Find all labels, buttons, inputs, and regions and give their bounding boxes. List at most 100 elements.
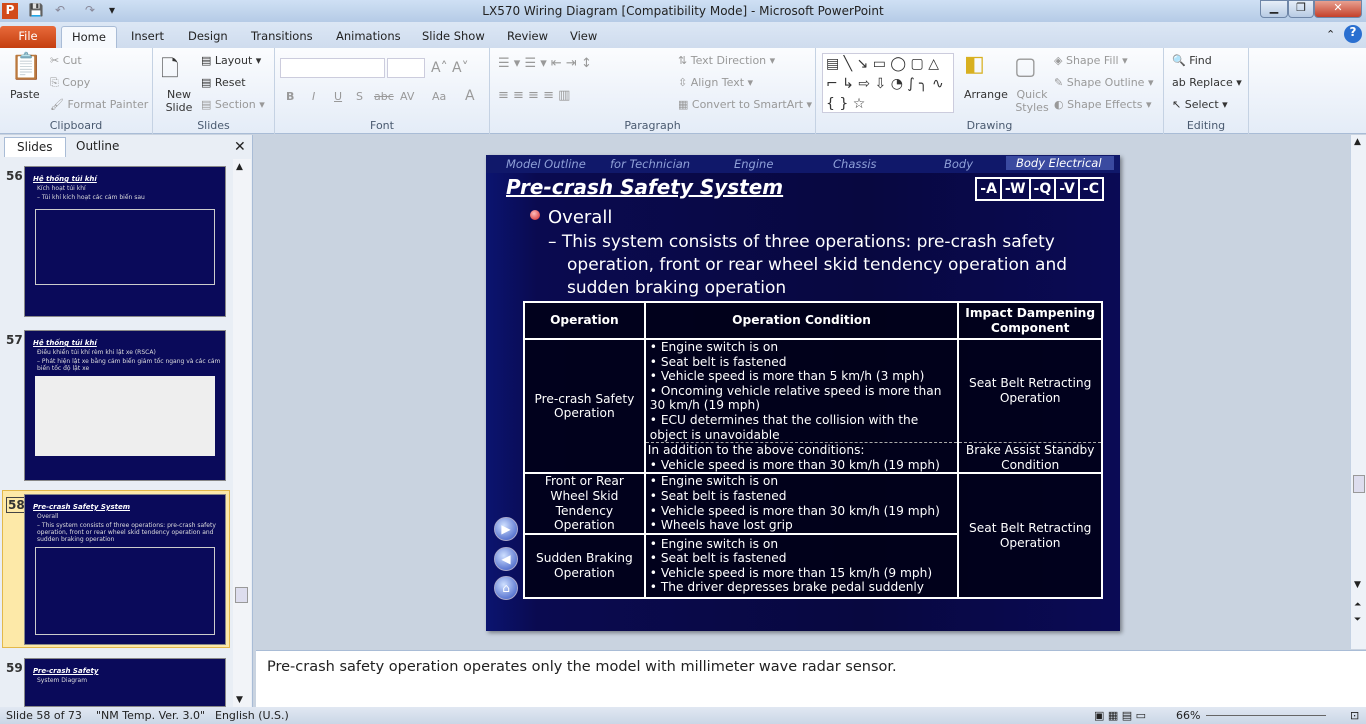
- cell-operation: Pre-crash Safety Operation: [523, 337, 646, 475]
- slide-number: 59: [6, 661, 23, 675]
- replace-button[interactable]: ab Replace ▾: [1172, 76, 1242, 89]
- slide-canvas[interactable]: Model Outline for Technician Engine Chas…: [486, 155, 1120, 631]
- tab-home[interactable]: Home: [61, 26, 117, 48]
- slide-thumbnail-59[interactable]: Pre-crash Safety System Diagram: [24, 658, 226, 707]
- nav-for-technician[interactable]: for Technician: [610, 157, 690, 171]
- restore-button[interactable]: ❐: [1288, 0, 1314, 18]
- cell-operation: Front or Rear Wheel Skid Tendency Operat…: [523, 472, 646, 535]
- convert-smartart-button[interactable]: ▦ Convert to SmartArt ▾: [678, 98, 812, 111]
- format-painter-button[interactable]: 🖌 Format Painter: [50, 98, 148, 111]
- code-v[interactable]: -V: [1054, 179, 1078, 199]
- theme-name[interactable]: "NM Temp. Ver. 3.0": [96, 709, 205, 722]
- font-name-select[interactable]: [280, 58, 385, 78]
- scroll-down-icon[interactable]: ▼: [236, 695, 243, 705]
- reset-button[interactable]: ▤ Reset: [201, 76, 246, 89]
- binoculars-icon: 🔍: [1172, 54, 1190, 67]
- find-button[interactable]: 🔍 Find: [1172, 54, 1212, 67]
- section-button[interactable]: ▤ Section ▾: [201, 98, 265, 111]
- close-button[interactable]: ✕: [1314, 0, 1362, 18]
- tab-file[interactable]: File: [0, 26, 56, 48]
- thumb-diagram: [35, 376, 215, 456]
- zoom-slider[interactable]: [1206, 715, 1326, 716]
- font-size-select[interactable]: [387, 58, 425, 78]
- italic-button[interactable]: I: [312, 90, 315, 103]
- pane-scrollbar[interactable]: ▲ ▼: [233, 159, 251, 707]
- code-w[interactable]: -W: [999, 179, 1029, 199]
- help-icon[interactable]: ?: [1344, 25, 1362, 43]
- tab-review[interactable]: Review: [497, 26, 558, 48]
- tab-view[interactable]: View: [560, 26, 607, 48]
- notes-pane[interactable]: Pre-crash safety operation operates only…: [256, 650, 1366, 707]
- scroll-down-icon[interactable]: ▼: [1354, 580, 1361, 590]
- paste-icon[interactable]: 📋: [10, 52, 42, 82]
- underline-button[interactable]: U: [334, 90, 342, 103]
- scroll-up-icon[interactable]: ▲: [1354, 137, 1361, 147]
- tab-design[interactable]: Design: [178, 26, 238, 48]
- next-arrow-icon[interactable]: ▶: [494, 517, 518, 541]
- scroll-up-icon[interactable]: ▲: [236, 162, 243, 172]
- shapes-gallery[interactable]: ▤ ╲ ↘ ▭ ◯ ▢ △ ⌐ ↳ ⇨ ⇩ ◔ ∫ ╮ ∿ { } ☆: [822, 53, 954, 113]
- tab-outline[interactable]: Outline: [64, 137, 131, 157]
- home-icon[interactable]: ⌂: [494, 576, 518, 600]
- text-direction-button[interactable]: ⇅ Text Direction ▾: [678, 54, 775, 67]
- fit-slide-icon[interactable]: ⊡: [1350, 709, 1359, 722]
- tab-insert[interactable]: Insert: [121, 26, 174, 48]
- strikethrough-button[interactable]: abc: [374, 90, 394, 103]
- arrange-icon[interactable]: ◧: [964, 52, 985, 77]
- nav-chassis[interactable]: Chassis: [833, 157, 877, 171]
- slide-thumbnail-56[interactable]: Hệ thống túi khí Kích hoạt túi khí – Túi…: [24, 166, 226, 317]
- nav-model-outline[interactable]: Model Outline: [506, 157, 586, 171]
- slides-pane: Slides Outline ✕ ▲ ▼ 56 Hệ thống túi khí…: [0, 135, 253, 707]
- change-case-button[interactable]: Aa: [432, 90, 446, 103]
- code-a[interactable]: -A: [977, 179, 1000, 199]
- char-spacing-button[interactable]: AV: [400, 90, 414, 103]
- next-slide-icon[interactable]: ⏷: [1354, 615, 1361, 625]
- copy-button[interactable]: ⎘ Copy: [50, 76, 90, 90]
- bold-button[interactable]: B: [286, 90, 294, 103]
- shape-fill-button[interactable]: ◈ Shape Fill ▾: [1054, 54, 1128, 67]
- nav-engine[interactable]: Engine: [734, 157, 773, 171]
- shape-outline-button[interactable]: ✎ Shape Outline ▾: [1054, 76, 1154, 89]
- slide-thumbnail-57[interactable]: Hệ thống túi khí Điều khiển túi khí rèm …: [24, 330, 226, 481]
- new-slide-button[interactable]: New Slide: [159, 88, 199, 114]
- minimize-ribbon-icon[interactable]: ⌃: [1326, 28, 1335, 41]
- nav-body[interactable]: Body: [944, 157, 973, 171]
- arrange-button[interactable]: Arrange: [964, 88, 1008, 101]
- close-pane-icon[interactable]: ✕: [234, 139, 246, 155]
- language[interactable]: English (U.S.): [215, 709, 289, 722]
- shape-effects-button[interactable]: ◐ Shape Effects ▾: [1054, 98, 1151, 111]
- tab-animations[interactable]: Animations: [326, 26, 411, 48]
- layout-button[interactable]: ▤ Layout ▾: [201, 54, 261, 67]
- zoom-level[interactable]: 66%: [1176, 709, 1200, 722]
- tab-slides[interactable]: Slides: [4, 137, 66, 157]
- previous-slide-icon[interactable]: ⏶: [1354, 600, 1361, 610]
- code-q[interactable]: -Q: [1028, 179, 1055, 199]
- cell-component: Seat Belt Retracting Operation: [957, 472, 1103, 599]
- nav-body-electrical[interactable]: Body Electrical: [1006, 156, 1114, 170]
- minimize-button[interactable]: ▁: [1260, 0, 1288, 18]
- tab-slide-show[interactable]: Slide Show: [412, 26, 495, 48]
- quick-styles-button[interactable]: Quick Styles: [1014, 88, 1050, 114]
- scroll-thumb[interactable]: [1353, 475, 1365, 493]
- select-button[interactable]: ↖ Select ▾: [1172, 98, 1228, 111]
- code-c[interactable]: -C: [1077, 179, 1102, 199]
- paste-button[interactable]: Paste: [10, 88, 40, 101]
- new-slide-icon[interactable]: 🗋: [161, 52, 179, 90]
- condition-item: Seat belt is fastened: [650, 489, 958, 504]
- slide-thumbnail-58[interactable]: Pre-crash Safety System Overall – This s…: [24, 494, 226, 645]
- slide-scrollbar[interactable]: ▲ ▼ ⏶ ⏷: [1350, 135, 1366, 649]
- cut-button[interactable]: ✂ Cut: [50, 54, 82, 67]
- grow-font-icon[interactable]: A˄ A˅: [431, 60, 469, 76]
- shadow-button[interactable]: S: [356, 90, 363, 103]
- group-label: Paragraph: [624, 119, 681, 132]
- tab-transitions[interactable]: Transitions: [241, 26, 323, 48]
- align-text-button[interactable]: ⇳ Align Text ▾: [678, 76, 753, 89]
- view-buttons[interactable]: ▣ ▦ ▤ ▭: [1094, 709, 1146, 722]
- back-arrow-icon[interactable]: ◀: [494, 547, 518, 571]
- cell-condition: In addition to the above conditions:Vehi…: [643, 442, 960, 475]
- font-color-button[interactable]: A: [465, 88, 475, 104]
- scroll-thumb[interactable]: [235, 587, 248, 603]
- list-buttons[interactable]: ☰ ▾ ☰ ▾ ⇤ ⇥ ↕: [498, 56, 592, 71]
- quick-styles-icon[interactable]: ▢: [1014, 52, 1037, 80]
- align-buttons[interactable]: ≡ ≡ ≡ ≡ ▥: [498, 88, 570, 103]
